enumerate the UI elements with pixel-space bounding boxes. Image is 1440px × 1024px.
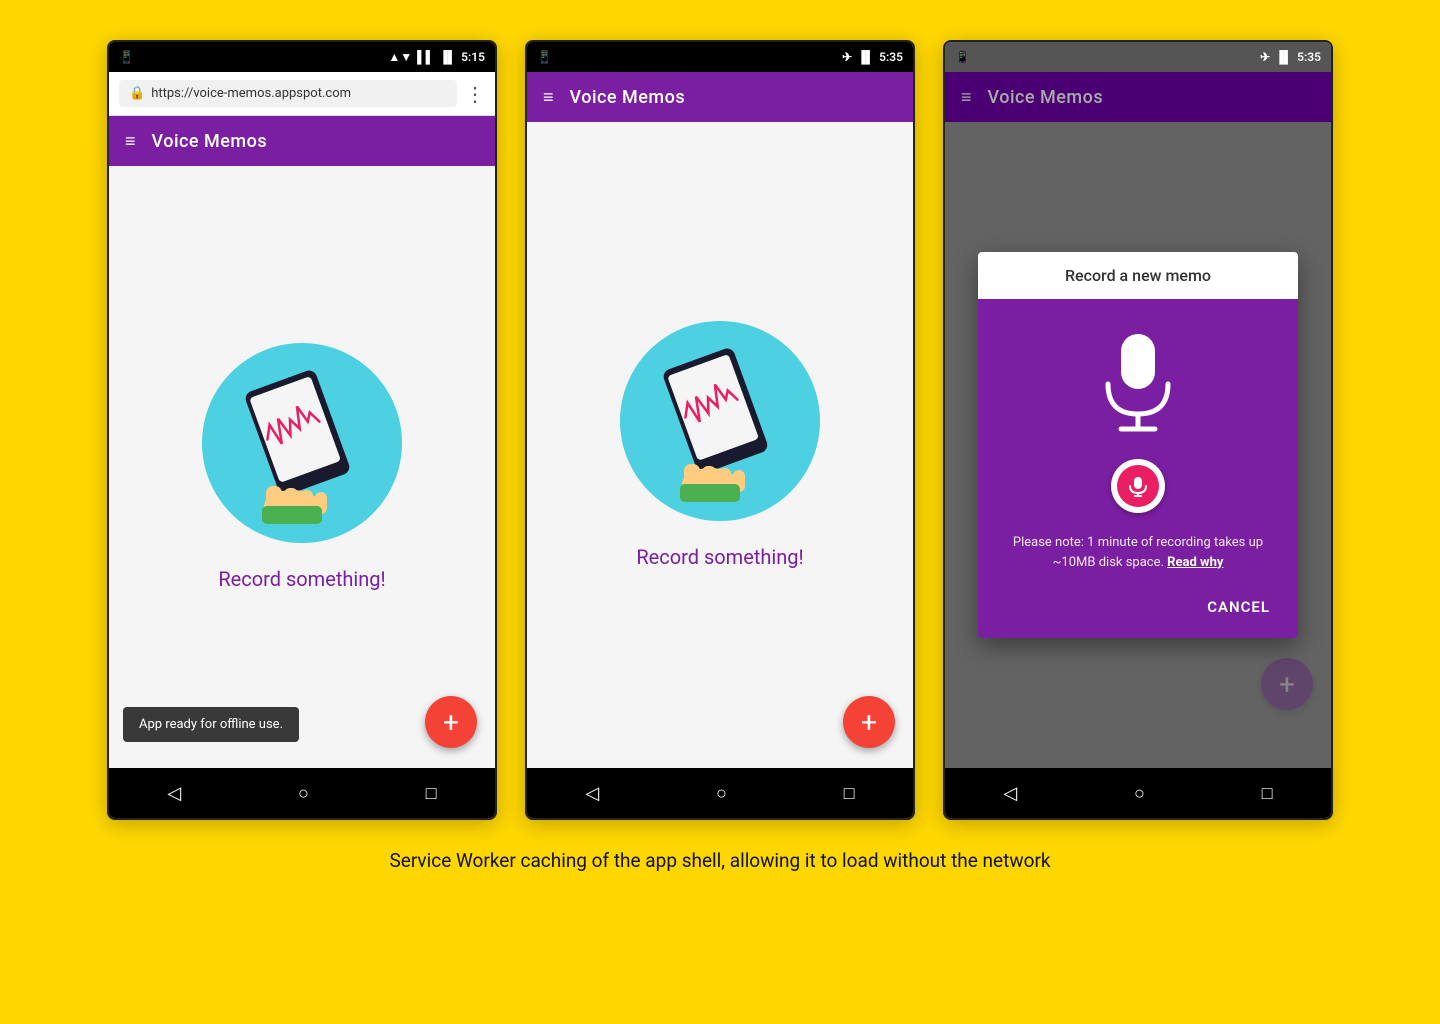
url-field[interactable]: 🔒 https://voice-memos.appspot.com	[119, 80, 457, 107]
recents-btn-2[interactable]: □	[824, 775, 875, 812]
phone-content-3: Record a new memo	[945, 122, 1331, 768]
dialog-note: Please note: 1 minute of recording takes…	[998, 533, 1278, 572]
nav-bar-2: ◁ ○ □	[527, 768, 913, 818]
home-btn-3[interactable]: ○	[1114, 775, 1165, 812]
phone-1: 📱 ▲▼ ▌▌ ▐▌ 5:15 🔒 https://voice-memos.ap…	[107, 40, 497, 820]
lock-icon: 🔒	[129, 86, 145, 101]
time-3: 5:35	[1297, 50, 1321, 64]
home-btn-2[interactable]: ○	[696, 775, 747, 812]
hamburger-icon-3[interactable]: ≡	[961, 87, 972, 108]
nav-bar-3: ◁ ○ □	[945, 768, 1331, 818]
back-btn-1[interactable]: ◁	[147, 775, 201, 812]
app-title-1: Voice Memos	[152, 131, 268, 152]
illustration-circle-2	[620, 321, 820, 521]
airplane-icon-3: ✈	[1260, 50, 1270, 64]
back-btn-2[interactable]: ◁	[565, 775, 619, 812]
phones-row: 📱 ▲▼ ▌▌ ▐▌ 5:15 🔒 https://voice-memos.ap…	[30, 40, 1410, 820]
nav-bar-1: ◁ ○ □	[109, 768, 495, 818]
dialog-actions: CANCEL	[978, 582, 1298, 638]
fab-1[interactable]: +	[425, 696, 477, 748]
illustration-circle-1	[202, 343, 402, 543]
phone-content-1: Record something! App ready for offline …	[109, 166, 495, 768]
hamburger-icon-1[interactable]: ≡	[125, 131, 136, 152]
app-bar-1: ≡ Voice Memos	[109, 116, 495, 166]
time-1: 5:15	[461, 50, 485, 64]
battery-icon-1: ▐▌	[439, 50, 456, 64]
phone-content-2: Record something! +	[527, 122, 913, 768]
record-dialog: Record a new memo	[978, 252, 1298, 638]
record-label-1: Record something!	[218, 567, 385, 591]
back-btn-3[interactable]: ◁	[983, 775, 1037, 812]
record-button[interactable]	[1111, 459, 1165, 513]
hamburger-icon-2[interactable]: ≡	[543, 87, 554, 108]
phone-icon-1: 📱	[119, 50, 134, 64]
url-text: https://voice-memos.appspot.com	[151, 86, 351, 101]
fab-2[interactable]: +	[843, 696, 895, 748]
recents-btn-1[interactable]: □	[406, 775, 457, 812]
home-btn-1[interactable]: ○	[278, 775, 329, 812]
read-why-link[interactable]: Read why	[1167, 555, 1223, 570]
signal-icon-1: ▌▌	[417, 50, 434, 64]
record-btn-inner	[1117, 465, 1159, 507]
url-menu-icon[interactable]: ⋮	[465, 82, 485, 106]
offline-toast: App ready for offline use.	[123, 707, 299, 742]
record-label-2: Record something!	[636, 545, 803, 569]
app-title-2: Voice Memos	[570, 87, 686, 108]
dialog-overlay: Record a new memo	[945, 122, 1331, 768]
caption: Service Worker caching of the app shell,…	[389, 848, 1050, 875]
time-2: 5:35	[879, 50, 903, 64]
cancel-button[interactable]: CANCEL	[1195, 590, 1282, 624]
app-bar-3: ≡ Voice Memos	[945, 72, 1331, 122]
phone-3: 📱 ✈ ▐▌ 5:35 ≡ Voice Memos Record a new m…	[943, 40, 1333, 820]
phone-icon-3: 📱	[955, 50, 970, 64]
status-bar-2: 📱 ✈ ▐▌ 5:35	[527, 42, 913, 72]
wifi-icon-1: ▲▼	[388, 50, 412, 64]
status-bar-1: 📱 ▲▼ ▌▌ ▐▌ 5:15	[109, 42, 495, 72]
microphone-icon-large	[1093, 329, 1183, 439]
url-bar: 🔒 https://voice-memos.appspot.com ⋮	[109, 72, 495, 116]
app-title-3: Voice Memos	[988, 87, 1104, 108]
battery-icon-2: ▐▌	[857, 50, 874, 64]
status-bar-3: 📱 ✈ ▐▌ 5:35	[945, 42, 1331, 72]
phone-icon-2: 📱	[537, 50, 552, 64]
phone-2: 📱 ✈ ▐▌ 5:35 ≡ Voice Memos	[525, 40, 915, 820]
dialog-body: Please note: 1 minute of recording takes…	[978, 299, 1298, 582]
dialog-title: Record a new memo	[978, 252, 1298, 299]
app-bar-2: ≡ Voice Memos	[527, 72, 913, 122]
battery-icon-3: ▐▌	[1275, 50, 1292, 64]
recents-btn-3[interactable]: □	[1242, 775, 1293, 812]
airplane-icon-2: ✈	[842, 50, 852, 64]
